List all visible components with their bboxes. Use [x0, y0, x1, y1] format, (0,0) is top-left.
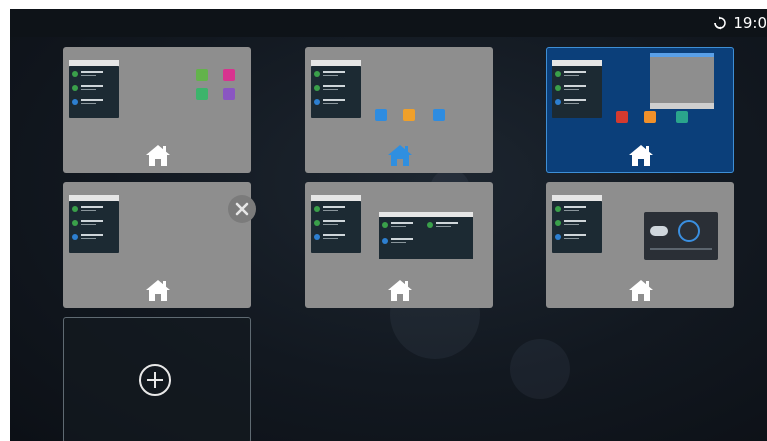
- orange-folder-icon[interactable]: [403, 109, 415, 121]
- home-screen-thumbnail-4[interactable]: [63, 182, 251, 308]
- status-bar: 19:0: [10, 9, 767, 37]
- home-icon-default[interactable]: [387, 143, 413, 167]
- background-bokeh: [510, 339, 570, 399]
- home-screen-thumbnail-6[interactable]: [546, 182, 734, 308]
- add-home-screen-button[interactable]: [63, 317, 251, 441]
- mini-widget: [311, 60, 361, 118]
- mini-panel-bar: [650, 103, 714, 109]
- pink-music-icon[interactable]: [223, 69, 235, 81]
- clock: 19:0: [733, 14, 767, 32]
- purple-gallery-icon[interactable]: [223, 88, 235, 100]
- mini-panel: [650, 53, 714, 109]
- close-icon: [235, 202, 249, 216]
- sync-icon: [713, 16, 727, 30]
- orange-phone-icon[interactable]: [644, 111, 656, 123]
- mini-widget: [69, 195, 119, 253]
- mini-widget: [552, 60, 602, 118]
- weather-widget[interactable]: [644, 212, 718, 260]
- delete-screen-button[interactable]: [228, 195, 256, 223]
- blue-app-icon[interactable]: [375, 109, 387, 121]
- green-app-icon[interactable]: [196, 69, 208, 81]
- blue-app-icon[interactable]: [433, 109, 445, 121]
- home-screen-thumbnail-5[interactable]: [305, 182, 493, 308]
- green-chat-icon[interactable]: [196, 88, 208, 100]
- cloud-icon: [650, 226, 668, 236]
- plus-circle-icon: [139, 364, 171, 396]
- home-screen-thumbnail-2[interactable]: [305, 47, 493, 173]
- home-screen-thumbnail-3[interactable]: [546, 47, 734, 173]
- home-screen-manager: 19:0: [10, 9, 767, 441]
- home-icon[interactable]: [628, 278, 654, 302]
- home-icon[interactable]: [628, 143, 654, 167]
- home-screen-thumbnail-1[interactable]: [63, 47, 251, 173]
- home-icon[interactable]: [387, 278, 413, 302]
- forecast-divider: [650, 248, 712, 250]
- red-app-icon[interactable]: [616, 111, 628, 123]
- home-icon[interactable]: [145, 278, 171, 302]
- teal-camera-icon[interactable]: [676, 111, 688, 123]
- mini-widget-wide: [379, 212, 473, 259]
- mini-widget: [552, 195, 602, 253]
- mini-widget: [69, 60, 119, 118]
- status-area: 19:0: [713, 9, 767, 37]
- mini-widget: [311, 195, 361, 253]
- temperature-dial-icon: [678, 220, 700, 242]
- home-icon[interactable]: [145, 143, 171, 167]
